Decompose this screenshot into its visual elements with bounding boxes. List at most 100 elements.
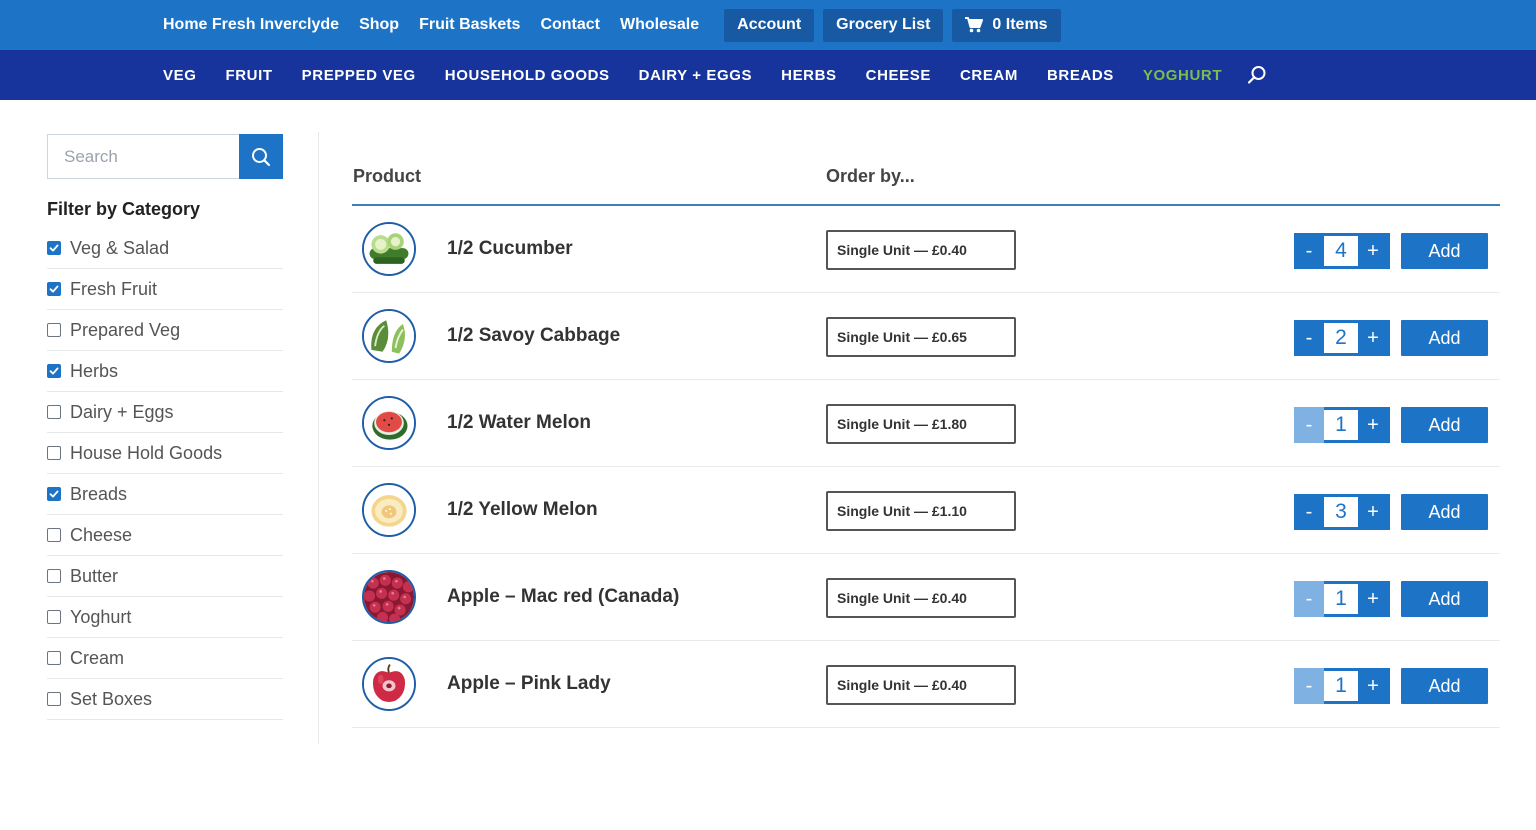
table-row: 1/2 Savoy Cabbage Single Unit — £0.65 -2 + A… — [352, 293, 1500, 380]
quantity-decrease-button[interactable]: - — [1294, 668, 1324, 704]
search-button[interactable] — [239, 134, 283, 179]
category-link-household-goods[interactable]: HOUSEHOLD GOODS — [445, 67, 610, 84]
checkbox-unchecked[interactable] — [47, 651, 61, 665]
quantity-decrease-button[interactable]: - — [1294, 320, 1324, 356]
category-filter-list: Veg & Salad Fresh Fruit Prepared Veg Herbs D… — [47, 228, 283, 720]
category-filter-label: Fresh Fruit — [70, 278, 158, 299]
quantity-increase-button[interactable]: + — [1358, 320, 1388, 356]
unit-select[interactable]: Single Unit — £0.40 — [826, 230, 1016, 270]
quantity-decrease-button[interactable]: - — [1294, 407, 1324, 443]
quantity-input[interactable]: 1 — [1324, 584, 1358, 614]
category-link-herbs[interactable]: HERBS — [781, 67, 837, 84]
category-link-cream[interactable]: CREAM — [960, 67, 1018, 84]
category-link-prepped-veg[interactable]: PREPPED VEG — [302, 67, 416, 84]
quantity-increase-button[interactable]: + — [1358, 668, 1388, 704]
add-to-cart-button[interactable]: Add — [1401, 668, 1488, 704]
category-filter-item[interactable]: Set Boxes — [47, 679, 283, 720]
category-filter-label: Dairy + Eggs — [70, 401, 174, 422]
category-filter-item[interactable]: Breads — [47, 474, 283, 515]
sidebar-divider — [318, 132, 319, 744]
checkbox-checked[interactable] — [47, 364, 61, 378]
checkbox-checked[interactable] — [47, 487, 61, 501]
checkbox-unchecked[interactable] — [47, 692, 61, 706]
category-filter-item[interactable]: Fresh Fruit — [47, 269, 283, 310]
category-link-cheese[interactable]: CHEESE — [866, 67, 931, 84]
unit-select[interactable]: Single Unit — £0.40 — [826, 578, 1016, 618]
quantity-decrease-button[interactable]: - — [1294, 494, 1324, 530]
quantity-increase-button[interactable]: + — [1358, 407, 1388, 443]
checkbox-unchecked[interactable] — [47, 323, 61, 337]
nav-link-home[interactable]: Home Fresh Inverclyde — [163, 16, 339, 34]
nav-link-wholesale[interactable]: Wholesale — [620, 16, 699, 34]
product-image — [362, 483, 416, 537]
account-button[interactable]: Account — [724, 8, 815, 42]
checkbox-unchecked[interactable] — [47, 610, 61, 624]
quantity-stepper: -2 + — [1294, 320, 1390, 356]
category-filter-item[interactable]: Prepared Veg — [47, 310, 283, 351]
unit-select[interactable]: Single Unit — £0.40 — [826, 665, 1016, 705]
category-link-fruit[interactable]: FRUIT — [225, 67, 272, 84]
category-filter-label: Veg & Salad — [70, 237, 170, 258]
category-filter-item[interactable]: Cream — [47, 638, 283, 679]
category-filter-item[interactable]: Dairy + Eggs — [47, 392, 283, 433]
product-name: 1/2 Yellow Melon — [447, 499, 598, 520]
category-filter-item[interactable]: Cheese — [47, 515, 283, 556]
checkbox-checked[interactable] — [47, 282, 61, 296]
add-to-cart-button[interactable]: Add — [1401, 320, 1488, 356]
quantity-stepper: -1 + — [1294, 581, 1390, 617]
category-link-veg[interactable]: VEG — [163, 67, 196, 84]
grocery-list-label: Grocery List — [836, 16, 931, 33]
quantity-input[interactable]: 2 — [1324, 323, 1358, 353]
cart-count: 0 Items — [992, 16, 1048, 33]
category-filter-label: House Hold Goods — [70, 442, 223, 463]
add-to-cart-button[interactable]: Add — [1401, 581, 1488, 617]
nav-link-contact[interactable]: Contact — [540, 16, 600, 34]
product-name: 1/2 Cucumber — [447, 238, 573, 259]
category-filter-item[interactable]: Yoghurt — [47, 597, 283, 638]
quantity-input[interactable]: 1 — [1324, 410, 1358, 440]
unit-select[interactable]: Single Unit — £0.65 — [826, 317, 1016, 357]
category-nav: VEG FRUIT PREPPED VEG HOUSEHOLD GOODS DA… — [163, 50, 1267, 100]
quantity-decrease-button[interactable]: - — [1294, 581, 1324, 617]
filter-title: Filter by Category — [47, 199, 201, 219]
add-to-cart-button[interactable]: Add — [1401, 494, 1488, 530]
unit-select[interactable]: Single Unit — £1.80 — [826, 404, 1016, 444]
category-filter-item[interactable]: Butter — [47, 556, 283, 597]
quantity-increase-button[interactable]: + — [1358, 494, 1388, 530]
category-link-yoghurt[interactable]: YOGHURT — [1143, 67, 1222, 84]
nav-link-fruit-baskets[interactable]: Fruit Baskets — [419, 16, 520, 34]
add-to-cart-button[interactable]: Add — [1401, 407, 1488, 443]
quantity-stepper: -1 + — [1294, 407, 1390, 443]
checkbox-checked[interactable] — [47, 241, 61, 255]
category-filter-item[interactable]: Herbs — [47, 351, 283, 392]
checkbox-unchecked[interactable] — [47, 405, 61, 419]
quantity-input[interactable]: 3 — [1324, 497, 1358, 527]
cart-button[interactable]: 0 Items — [952, 8, 1061, 42]
quantity-stepper: -4 + — [1294, 233, 1390, 269]
search-icon[interactable] — [1247, 65, 1267, 85]
quantity-increase-button[interactable]: + — [1358, 233, 1388, 269]
checkbox-unchecked[interactable] — [47, 528, 61, 542]
table-row: Apple – Pink Lady Single Unit — £0.40 -1 + A… — [352, 641, 1500, 728]
check-icon — [49, 285, 59, 293]
check-icon — [49, 244, 59, 252]
unit-select[interactable]: Single Unit — £1.10 — [826, 491, 1016, 531]
search-input[interactable] — [47, 134, 239, 179]
quantity-decrease-button[interactable]: - — [1294, 233, 1324, 269]
category-link-dairy-eggs[interactable]: DAIRY + EGGS — [639, 67, 752, 84]
table-row: 1/2 Yellow Melon Single Unit — £1.10 -3 + Ad… — [352, 467, 1500, 554]
category-filter-item[interactable]: House Hold Goods — [47, 433, 283, 474]
quantity-increase-button[interactable]: + — [1358, 581, 1388, 617]
cart-icon — [965, 17, 984, 33]
category-link-breads[interactable]: BREADS — [1047, 67, 1114, 84]
nav-link-shop[interactable]: Shop — [359, 16, 399, 34]
add-to-cart-button[interactable]: Add — [1401, 233, 1488, 269]
quantity-input[interactable]: 1 — [1324, 671, 1358, 701]
grocery-list-button[interactable]: Grocery List — [823, 8, 944, 42]
table-header: Product Order by... — [352, 150, 1500, 206]
table-row: 1/2 Cucumber Single Unit — £0.40 -4 + Add — [352, 206, 1500, 293]
category-filter-item[interactable]: Veg & Salad — [47, 228, 283, 269]
quantity-input[interactable]: 4 — [1324, 236, 1358, 266]
checkbox-unchecked[interactable] — [47, 446, 61, 460]
checkbox-unchecked[interactable] — [47, 569, 61, 583]
